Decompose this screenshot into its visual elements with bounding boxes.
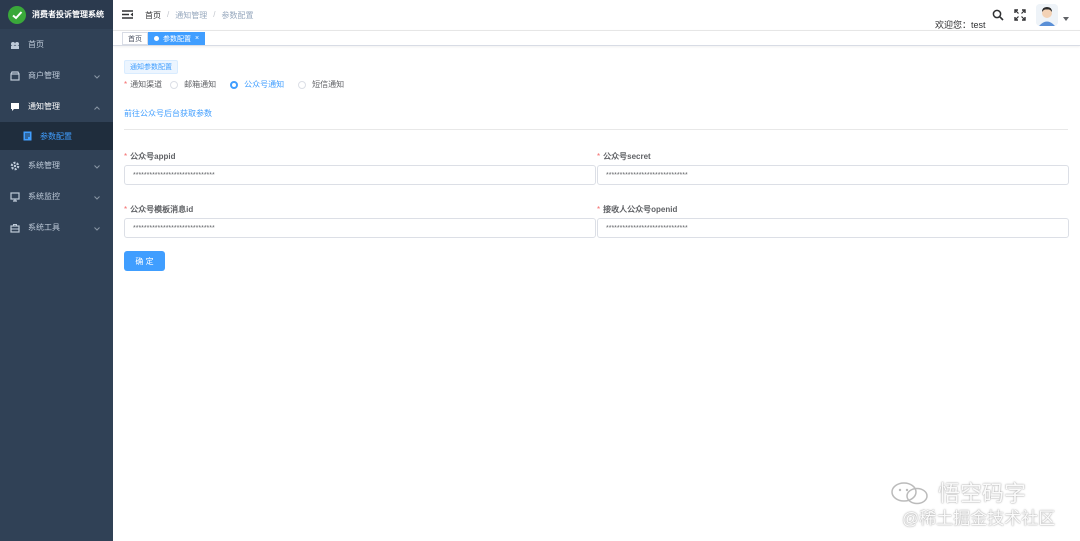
chevron-up-icon [94, 103, 100, 112]
tags-view: 首页 参数配置 × [113, 30, 1080, 46]
openid-label: * 接收人公众号openid [597, 204, 677, 215]
sidebar-item-system[interactable]: 系统管理 [0, 150, 113, 181]
tag-param-config[interactable]: 参数配置 × [148, 32, 206, 45]
radio-circle-icon [298, 80, 307, 89]
wechat-icon [890, 481, 930, 505]
secret-input[interactable]: ****************************** [597, 165, 1069, 185]
shop-icon [10, 70, 20, 81]
gear-icon [10, 161, 20, 171]
document-icon [22, 131, 32, 141]
sidebar-item-tools[interactable]: 系统工具 [0, 212, 113, 243]
toolbox-icon [10, 223, 20, 233]
sidebar-item-label: 通知管理 [28, 102, 60, 111]
active-dot-icon [154, 36, 159, 41]
sidebar-submenu: 参数配置 [0, 122, 113, 150]
sidebar-item-label: 系统工具 [28, 223, 60, 232]
monitor-icon [10, 191, 20, 202]
tag-home[interactable]: 首页 [122, 32, 148, 45]
channel-row: * 通知渠道 邮箱通知 公众号通知 短信通知 [124, 79, 358, 90]
field-label-text: 公众号appid [130, 152, 176, 161]
radio-sms[interactable]: 短信通知 [298, 79, 344, 90]
breadcrumb-item-home[interactable]: 首页 [145, 10, 161, 21]
logo[interactable]: 消费者投诉管理系统 [0, 0, 113, 29]
wechat-backend-link[interactable]: 前往公众号后台获取参数 [124, 108, 212, 119]
field-value: ****************************** [133, 171, 215, 179]
sidebar-item-label: 系统监控 [28, 192, 60, 201]
fullscreen-icon[interactable] [1014, 9, 1026, 21]
sidebar-item-label: 首页 [28, 40, 44, 49]
required-asterisk: * [597, 205, 601, 214]
sidebar: 消费者投诉管理系统 首页 商户管理 通知管理 参数配置 系统管理 系统监控 系统… [0, 0, 113, 541]
app-title: 消费者投诉管理系统 [32, 10, 104, 19]
caret-down-icon[interactable] [1063, 17, 1069, 21]
required-asterisk: * [597, 152, 601, 161]
field-value: ****************************** [133, 224, 215, 232]
chevron-down-icon [94, 72, 100, 81]
breadcrumb-item-param-config: 参数配置 [221, 11, 254, 20]
tag-label: 参数配置 [163, 35, 191, 43]
required-asterisk: * [124, 80, 128, 89]
sidebar-item-home[interactable]: 首页 [0, 29, 113, 60]
radio-label: 公众号通知 [244, 80, 285, 89]
search-icon[interactable] [992, 9, 1004, 21]
secret-label: * 公众号secret [597, 151, 651, 162]
sidebar-item-label: 系统管理 [28, 161, 60, 170]
sidebar-item-label: 参数配置 [40, 131, 72, 141]
confirm-button[interactable]: 确 定 [124, 251, 165, 271]
breadcrumb-separator: / [167, 10, 170, 19]
avatar[interactable] [1036, 4, 1058, 26]
chevron-down-icon [94, 224, 100, 233]
sidebar-item-param-config[interactable]: 参数配置 [0, 122, 113, 150]
chevron-down-icon [94, 193, 100, 202]
sidebar-item-notification[interactable]: 通知管理 [0, 91, 113, 122]
appid-label: * 公众号appid [124, 151, 175, 162]
field-value: ****************************** [606, 171, 688, 179]
message-icon [10, 102, 20, 112]
tag-label: 首页 [128, 35, 142, 43]
template-id-input[interactable]: ****************************** [124, 218, 596, 238]
field-label-text: 接收人公众号openid [603, 205, 678, 214]
required-asterisk: * [124, 152, 128, 161]
template-id-label: * 公众号模板消息id [124, 204, 193, 215]
field-value: ****************************** [606, 224, 688, 232]
hamburger-icon[interactable] [122, 9, 133, 20]
required-asterisk: * [124, 205, 128, 214]
breadcrumb-item-notification: 通知管理 [175, 11, 208, 20]
radio-email[interactable]: 邮箱通知 [170, 79, 216, 90]
radio-label: 邮箱通知 [184, 80, 217, 89]
sidebar-item-merchant[interactable]: 商户管理 [0, 60, 113, 91]
sidebar-item-label: 商户管理 [28, 71, 60, 80]
appid-input[interactable]: ****************************** [124, 165, 596, 185]
sidebar-item-monitor[interactable]: 系统监控 [0, 181, 113, 212]
breadcrumb: 首页 / 通知管理 / 参数配置 [145, 10, 253, 21]
radio-circle-icon [230, 80, 239, 89]
breadcrumb-separator: / [213, 10, 216, 19]
radio-label: 短信通知 [312, 80, 345, 89]
radio-wechat[interactable]: 公众号通知 [230, 79, 284, 90]
openid-input[interactable]: ****************************** [597, 218, 1069, 238]
dashboard-icon [10, 40, 20, 50]
channel-label: 通知渠道 [130, 80, 163, 89]
app-root: 消费者投诉管理系统 首页 商户管理 通知管理 参数配置 系统管理 系统监控 系统… [0, 0, 1080, 541]
radio-circle-icon [170, 80, 179, 89]
field-label-text: 公众号secret [603, 152, 651, 161]
divider [124, 129, 1068, 130]
watermark-line2: @稀土掘金技术社区 [902, 509, 1056, 528]
close-icon[interactable]: × [195, 35, 199, 42]
check-leaf-icon [8, 5, 26, 24]
chevron-down-icon [94, 162, 100, 171]
top-navbar: 首页 / 通知管理 / 参数配置 欢迎您：test [113, 0, 1080, 30]
main-content: 通知参数配置 * 通知渠道 邮箱通知 公众号通知 短信通知 前往公众号后台获取参… [113, 46, 1080, 541]
section-title: 通知参数配置 [124, 60, 178, 74]
field-label-text: 公众号模板消息id [130, 205, 194, 214]
